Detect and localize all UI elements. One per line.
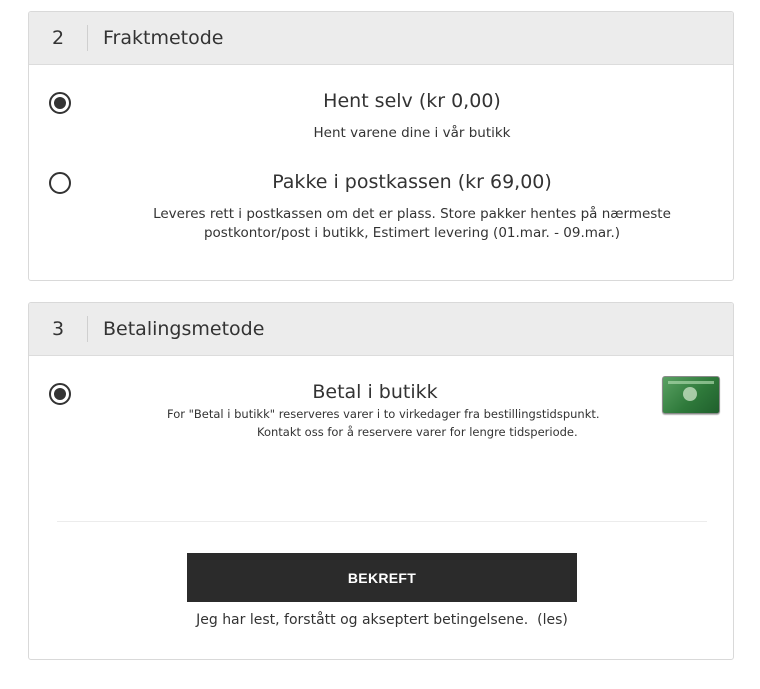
green-credit-card-icon — [662, 376, 720, 414]
payment-method-section: 3 Betalingsmetode Betal i butikk For "Be… — [28, 302, 734, 660]
shipping-option-mailbox-desc-line2: postkontor/post i butikk, Estimert lever… — [203, 225, 621, 241]
terms-read-link[interactable]: (les) — [537, 612, 568, 628]
payment-section-header: 3 Betalingsmetode — [29, 303, 733, 356]
payment-option-store-title: Betal i butikk — [312, 381, 438, 403]
shipping-method-section: 2 Fraktmetode Hent selv (kr 0,00) Hent v… — [28, 11, 734, 281]
payment-option-store-desc-line1: For "Betal i butikk" reserveres varer i … — [167, 407, 600, 421]
shipping-option-pickup-title: Hent selv (kr 0,00) — [323, 90, 501, 112]
terms-acceptance: Jeg har lest, forstått og akseptert beti… — [29, 612, 733, 628]
shipping-option-mailbox-desc-line1: Leveres rett i postkassen om det er plas… — [153, 206, 671, 222]
terms-text: Jeg har lest, forstått og akseptert beti… — [196, 612, 529, 628]
section-divider — [57, 521, 707, 522]
shipping-section-title: Fraktmetode — [103, 27, 224, 49]
payment-step-number: 3 — [51, 318, 65, 340]
shipping-step-number: 2 — [51, 27, 65, 49]
shipping-option-mailbox-title: Pakke i postkassen (kr 69,00) — [272, 171, 552, 193]
payment-section-title: Betalingsmetode — [103, 318, 265, 340]
shipping-section-header: 2 Fraktmetode — [29, 12, 733, 65]
confirm-button[interactable]: BEKREFT — [187, 553, 577, 602]
shipping-option-pickup-desc: Hent varene dine i vår butikk — [313, 125, 511, 141]
payment-option-store-desc-line2: Kontakt oss for å reservere varer for le… — [257, 425, 578, 439]
